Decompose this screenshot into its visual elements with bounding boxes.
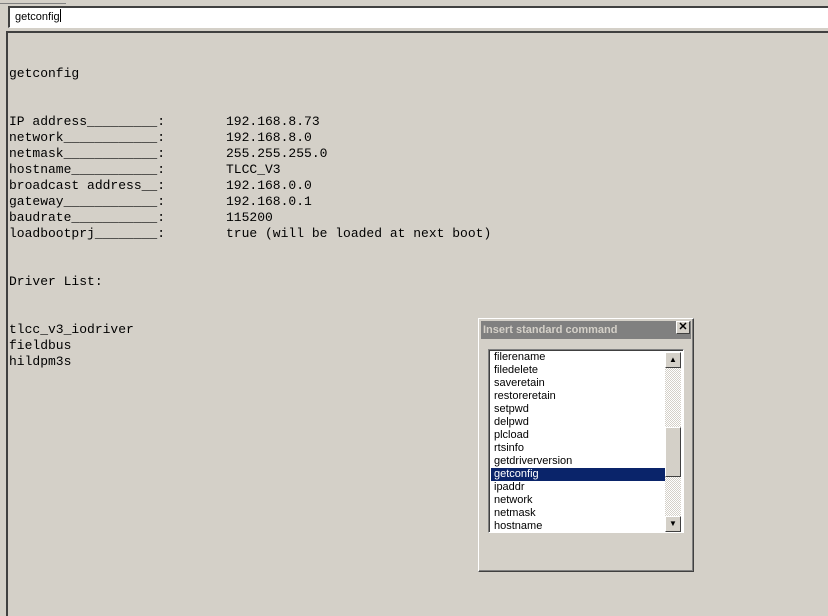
command-list-item[interactable]: network bbox=[491, 494, 667, 507]
driver-item: hildpm3s bbox=[9, 354, 72, 369]
driver-item: fieldbus bbox=[9, 338, 72, 353]
command-list-item[interactable]: rtsinfo bbox=[491, 442, 667, 455]
config-value: 255.255.255.0 bbox=[226, 146, 328, 161]
driver-list-header: Driver List: bbox=[9, 274, 103, 289]
command-list-item[interactable]: getdriverversion bbox=[491, 455, 667, 468]
command-input-text: getconfig bbox=[15, 11, 60, 23]
command-listbox[interactable]: filerename filedelete saveretain restoreret… bbox=[488, 349, 684, 533]
command-list-item[interactable]: plcload bbox=[491, 429, 667, 442]
vertical-scrollbar[interactable]: ▲ ▼ bbox=[665, 352, 681, 532]
command-input[interactable]: getconfig bbox=[8, 6, 828, 28]
top-tab-edge bbox=[0, 0, 66, 4]
command-list-item[interactable]: ipaddr bbox=[491, 481, 667, 494]
config-row: IP address_________: 192.168.8.73 bbox=[9, 114, 491, 130]
config-key: netmask____________: bbox=[9, 146, 166, 161]
text-caret bbox=[59, 9, 61, 22]
config-value: 192.168.0.0 bbox=[226, 178, 312, 193]
command-list-item[interactable]: filedelete bbox=[491, 364, 667, 377]
driver-list: tlcc_v3_iodriver fieldbus hildpm3s bbox=[9, 322, 491, 370]
command-list-item[interactable]: restoreretain bbox=[491, 390, 667, 403]
config-value: true (will be loaded at next boot) bbox=[226, 226, 492, 241]
config-row: network____________: 192.168.8.0 bbox=[9, 130, 491, 146]
config-key: broadcast address__: bbox=[9, 178, 166, 193]
command-list-item[interactable]: setpwd bbox=[491, 403, 667, 416]
insert-command-dialog: Insert standard command ✕ filerename file… bbox=[478, 318, 694, 572]
scroll-down-icon[interactable]: ▼ bbox=[665, 516, 681, 532]
command-list-item[interactable]: delpwd bbox=[491, 416, 667, 429]
config-list: IP address_________: 192.168.8.73 network_… bbox=[9, 114, 491, 242]
close-icon[interactable]: ✕ bbox=[676, 321, 690, 334]
config-row: broadcast address__: 192.168.0.0 bbox=[9, 178, 491, 194]
dialog-title: Insert standard command bbox=[481, 321, 691, 339]
config-row: gateway____________: 192.168.0.1 bbox=[9, 194, 491, 210]
config-row: loadbootprj________: true (will be loaded… bbox=[9, 226, 491, 242]
command-list-item[interactable]: getconfig bbox=[491, 468, 667, 481]
scroll-up-icon[interactable]: ▲ bbox=[665, 352, 681, 368]
config-value: 192.168.8.73 bbox=[226, 114, 320, 129]
config-key: loadbootprj________: bbox=[9, 226, 166, 241]
command-list-item[interactable]: saveretain bbox=[491, 377, 667, 390]
config-value: 115200 bbox=[226, 210, 273, 225]
command-list-item[interactable]: hostname bbox=[491, 520, 667, 532]
command-list-item[interactable]: filerename bbox=[491, 351, 667, 364]
driver-item: tlcc_v3_iodriver bbox=[9, 322, 134, 337]
config-value: 192.168.8.0 bbox=[226, 130, 312, 145]
config-row: hostname___________: TLCC_V3 bbox=[9, 162, 491, 178]
command-list: filerename filedelete saveretain restoreret… bbox=[491, 351, 667, 532]
output-text: getconfig IP address_________: 192.168.8.… bbox=[9, 34, 491, 386]
config-key: network____________: bbox=[9, 130, 166, 145]
config-value: 192.168.0.1 bbox=[226, 194, 312, 209]
config-row: netmask____________: 255.255.255.0 bbox=[9, 146, 491, 162]
config-row: baudrate___________: 115200 bbox=[9, 210, 491, 226]
config-key: IP address_________: bbox=[9, 114, 166, 129]
config-value: TLCC_V3 bbox=[226, 162, 281, 177]
config-key: baudrate___________: bbox=[9, 210, 166, 225]
scroll-thumb[interactable] bbox=[665, 426, 681, 477]
command-echo: getconfig bbox=[9, 66, 80, 81]
config-key: hostname___________: bbox=[9, 162, 166, 177]
command-list-item[interactable]: netmask bbox=[491, 507, 667, 520]
config-key: gateway____________: bbox=[9, 194, 166, 209]
